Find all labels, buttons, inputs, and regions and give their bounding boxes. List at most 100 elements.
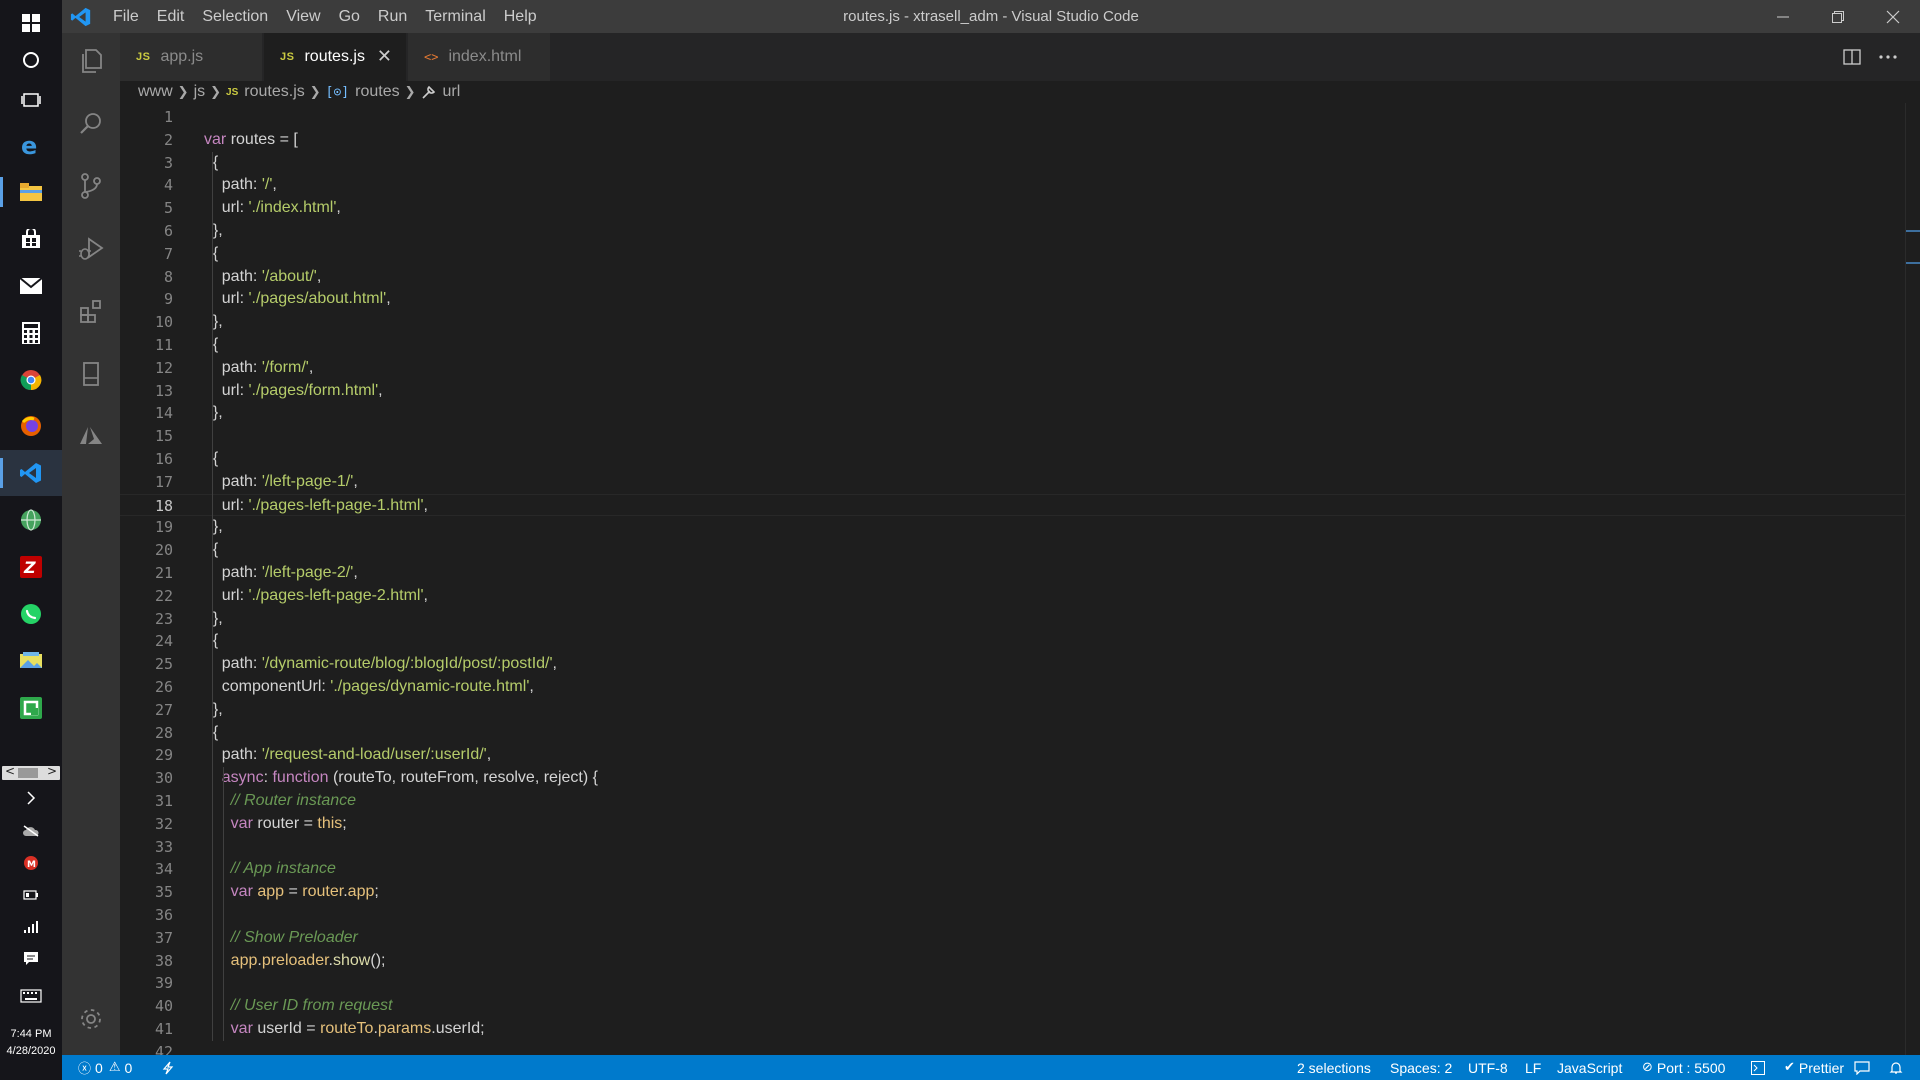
- taskbar-calculator[interactable]: [0, 310, 62, 356]
- notifications-button[interactable]: [1889, 1055, 1903, 1080]
- code-line[interactable]: 23 },: [120, 608, 1920, 631]
- code-line[interactable]: 14 },: [120, 402, 1920, 425]
- code-line[interactable]: 21 path: '/left-page-2/',: [120, 562, 1920, 585]
- breadcrumb-item[interactable]: url: [443, 83, 461, 101]
- code-line[interactable]: 41 var userId = routeTo.params.userId;: [120, 1018, 1920, 1041]
- code-line[interactable]: 11 {: [120, 334, 1920, 357]
- code-line[interactable]: 37 // Show Preloader: [120, 927, 1920, 950]
- code-line[interactable]: 27 },: [120, 699, 1920, 722]
- scroll-right-icon[interactable]: >: [47, 764, 57, 778]
- code-line[interactable]: 17 path: '/left-page-1/',: [120, 471, 1920, 494]
- code-line[interactable]: 8 path: '/about/',: [120, 266, 1920, 289]
- menu-help[interactable]: Help: [495, 0, 546, 33]
- code-line[interactable]: 22 url: './pages-left-page-2.html',: [120, 585, 1920, 608]
- code-line[interactable]: 7 {: [120, 243, 1920, 266]
- more-actions-button[interactable]: [1876, 45, 1900, 69]
- remote-explorer-view-button[interactable]: [62, 346, 120, 402]
- taskbar-chrome[interactable]: [0, 357, 62, 403]
- code-line[interactable]: 28 {: [120, 722, 1920, 745]
- source-control-view-button[interactable]: [62, 158, 120, 214]
- code-line[interactable]: 33: [120, 836, 1920, 859]
- code-line[interactable]: 30 async: function (routeTo, routeFrom, …: [120, 767, 1920, 790]
- code-line[interactable]: 2 var routes = [: [120, 129, 1920, 152]
- code-line[interactable]: 15: [120, 425, 1920, 448]
- close-tab-icon[interactable]: ✕: [377, 46, 392, 66]
- code-line[interactable]: 6 },: [120, 220, 1920, 243]
- tray-battery[interactable]: [0, 880, 62, 910]
- code-line[interactable]: 42: [120, 1041, 1920, 1055]
- tab-routes-js[interactable]: JS routes.js ✕: [264, 33, 407, 81]
- language-mode-status[interactable]: JavaScript: [1557, 1055, 1622, 1080]
- menu-run[interactable]: Run: [369, 0, 416, 33]
- code-line[interactable]: 32 var router = this;: [120, 813, 1920, 836]
- selection-status[interactable]: 2 selections: [1297, 1055, 1371, 1080]
- taskbar-firefox[interactable]: [0, 403, 62, 449]
- indentation-status[interactable]: Spaces: 2: [1390, 1055, 1452, 1080]
- code-line[interactable]: 40 // User ID from request: [120, 995, 1920, 1018]
- prettier-status[interactable]: ✔ Prettier: [1784, 1055, 1844, 1080]
- run-debug-view-button[interactable]: [62, 221, 120, 277]
- explorer-view-button[interactable]: [62, 33, 120, 89]
- breadcrumb-item[interactable]: routes.js: [244, 83, 304, 101]
- tab-index-html[interactable]: <> index.html: [408, 33, 551, 81]
- scroll-left-icon[interactable]: <: [5, 764, 15, 778]
- encoding-status[interactable]: UTF-8: [1468, 1055, 1508, 1080]
- tray-gmail[interactable]: M: [0, 848, 62, 878]
- menu-go[interactable]: Go: [330, 0, 369, 33]
- code-line[interactable]: 19 },: [120, 516, 1920, 539]
- extensions-view-button[interactable]: [62, 283, 120, 339]
- code-line[interactable]: 35 var app = router.app;: [120, 881, 1920, 904]
- code-line[interactable]: 13 url: './pages/form.html',: [120, 380, 1920, 403]
- split-editor-button[interactable]: [1840, 45, 1864, 69]
- code-line[interactable]: 31 // Router instance: [120, 790, 1920, 813]
- code-line[interactable]: 12 path: '/form/',: [120, 357, 1920, 380]
- search-view-button[interactable]: [62, 96, 120, 152]
- code-line[interactable]: 38 app.preloader.show();: [120, 950, 1920, 973]
- eol-status[interactable]: LF: [1525, 1055, 1541, 1080]
- tray-onedrive[interactable]: [0, 816, 62, 846]
- code-line[interactable]: 20 {: [120, 539, 1920, 562]
- taskbar-photos[interactable]: [0, 638, 62, 684]
- live-share-indicator[interactable]: [162, 1055, 174, 1080]
- breadcrumb-item[interactable]: routes: [355, 83, 399, 101]
- taskbar-filezilla[interactable]: Z: [0, 544, 62, 590]
- code-line[interactable]: 29 path: '/request-and-load/user/:userId…: [120, 744, 1920, 767]
- terminal-toggle[interactable]: [1751, 1055, 1765, 1080]
- feedback-button[interactable]: [1854, 1055, 1870, 1080]
- taskbar-file-explorer[interactable]: [0, 169, 62, 215]
- taskbar-edge[interactable]: e: [0, 122, 62, 168]
- taskbar-clock[interactable]: 7:44 PM 4/28/2020: [0, 1026, 62, 1060]
- taskbar-whatsapp[interactable]: [0, 591, 62, 637]
- code-line[interactable]: 18 url: './pages-left-page-1.html',: [120, 493, 1920, 517]
- menu-selection[interactable]: Selection: [193, 0, 277, 33]
- task-view-button[interactable]: [0, 77, 62, 123]
- code-line[interactable]: 34 // App instance: [120, 858, 1920, 881]
- menu-file[interactable]: File: [104, 0, 148, 33]
- code-line[interactable]: 1: [120, 106, 1920, 129]
- code-line[interactable]: 25 path: '/dynamic-route/blog/:blogId/po…: [120, 653, 1920, 676]
- taskbar-camtasia[interactable]: [0, 685, 62, 731]
- menu-view[interactable]: View: [277, 0, 329, 33]
- tab-app-js[interactable]: JS app.js: [120, 33, 263, 81]
- menu-edit[interactable]: Edit: [148, 0, 194, 33]
- taskbar-vscode[interactable]: [0, 450, 62, 496]
- code-editor[interactable]: 1 2 var routes = [3 {4 path: '/', 5 url: '.…: [120, 103, 1920, 1055]
- live-server-status[interactable]: ⊘ Port : 5500: [1642, 1055, 1725, 1080]
- taskbar-scrollbar[interactable]: < >: [2, 764, 60, 780]
- code-line[interactable]: 16 {: [120, 448, 1920, 471]
- breadcrumb-item[interactable]: js: [194, 83, 206, 101]
- minimize-button[interactable]: [1755, 0, 1810, 33]
- tray-notifications[interactable]: [0, 944, 62, 974]
- code-line[interactable]: 4 path: '/',: [120, 174, 1920, 197]
- tray-keyboard[interactable]: [0, 981, 62, 1011]
- problems-indicator[interactable]: ⓧ 0 ⚠ 0: [78, 1055, 132, 1080]
- tray-expand-button[interactable]: [0, 783, 62, 813]
- code-line[interactable]: 10 },: [120, 311, 1920, 334]
- restore-button[interactable]: [1810, 0, 1865, 33]
- code-line[interactable]: 24 {: [120, 630, 1920, 653]
- close-window-button[interactable]: [1865, 0, 1920, 33]
- editor-scrollbar[interactable]: [1905, 103, 1920, 1055]
- menu-terminal[interactable]: Terminal: [416, 0, 494, 33]
- tray-network[interactable]: [0, 912, 62, 942]
- azure-view-button[interactable]: [62, 408, 120, 464]
